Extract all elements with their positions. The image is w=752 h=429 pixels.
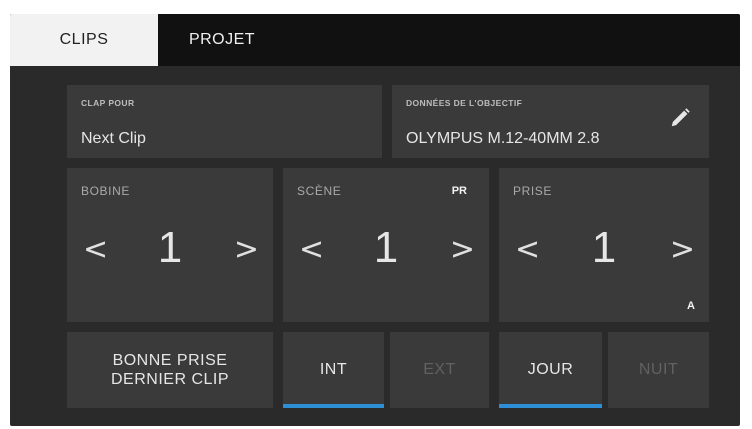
take-next-button[interactable]: >: [670, 235, 695, 265]
day-button[interactable]: JOUR: [499, 332, 602, 408]
good-take-line2: DERNIER CLIP: [110, 371, 230, 388]
int-label: INT: [319, 361, 348, 378]
night-button[interactable]: NUIT: [608, 332, 709, 408]
take-panel: PRISE < 1 > A: [499, 168, 709, 322]
ext-button[interactable]: EXT: [390, 332, 489, 408]
day-selected-indicator: [499, 404, 602, 408]
int-button[interactable]: INT: [283, 332, 384, 408]
lens-data-label: DONNÉES DE L'OBJECTIF: [406, 98, 523, 108]
good-take-button[interactable]: BONNE PRISE DERNIER CLIP: [67, 332, 273, 408]
lens-data-field[interactable]: DONNÉES DE L'OBJECTIF OLYMPUS M.12-40MM …: [392, 85, 709, 158]
clap-for-label: CLAP POUR: [81, 98, 135, 108]
lens-data-value: OLYMPUS M.12-40MM 2.8: [406, 130, 600, 147]
take-label: PRISE: [513, 184, 553, 198]
scene-panel: SCÈNE PR < 1 >: [283, 168, 489, 322]
pencil-icon[interactable]: [669, 107, 691, 129]
reel-panel: BOBINE < 1 >: [67, 168, 273, 322]
ext-label: EXT: [423, 361, 456, 378]
good-take-line1: BONNE PRISE: [112, 352, 228, 369]
clap-for-value: Next Clip: [81, 130, 146, 147]
tab-bar: CLIPS PROJET: [10, 14, 740, 66]
reel-label: BOBINE: [81, 184, 130, 198]
night-label: NUIT: [638, 361, 679, 378]
int-selected-indicator: [283, 404, 384, 408]
day-label: JOUR: [527, 361, 574, 378]
scene-suffix-badge[interactable]: PR: [452, 185, 467, 197]
slate-screen: CLIPS PROJET CLAP POUR Next Clip DONNÉES…: [10, 14, 740, 426]
scene-next-button[interactable]: >: [450, 235, 475, 265]
tab-projet[interactable]: PROJET: [158, 14, 286, 66]
tab-clips[interactable]: CLIPS: [10, 14, 158, 66]
clap-for-field[interactable]: CLAP POUR Next Clip: [67, 85, 382, 158]
scene-label: SCÈNE: [297, 184, 342, 198]
take-suffix-badge[interactable]: A: [687, 300, 695, 312]
reel-next-button[interactable]: >: [234, 235, 259, 265]
